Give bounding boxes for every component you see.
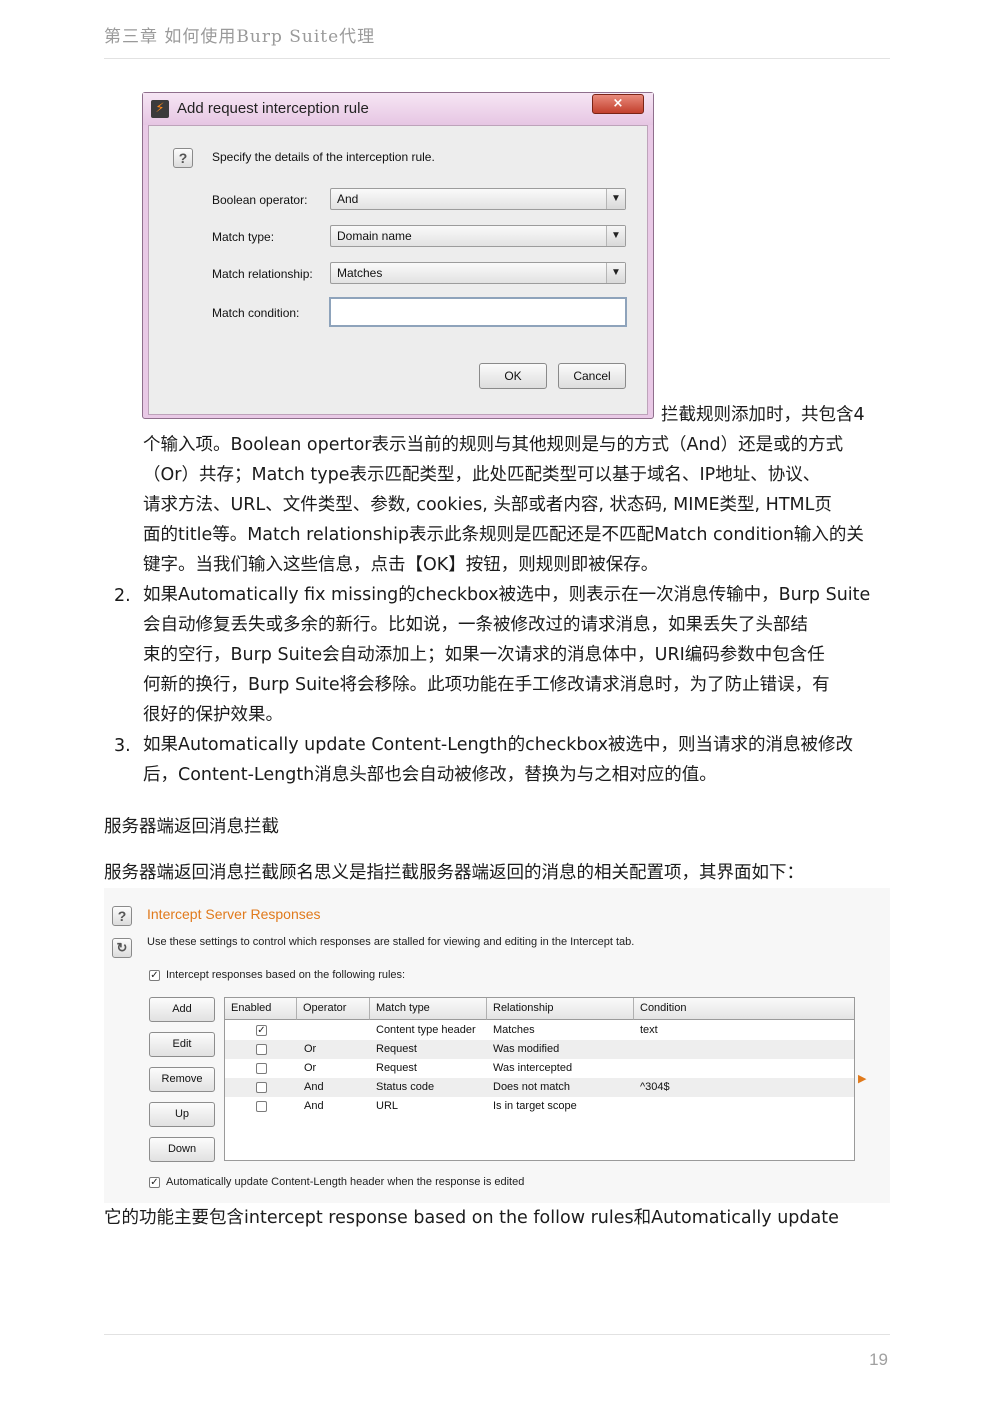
row-condition: text xyxy=(640,1024,658,1036)
add-button[interactable]: Add xyxy=(149,997,215,1022)
section-intro: 服务器端返回消息拦截顾名思义是指拦截服务器端返回的消息的相关配置项，其界面如下： xyxy=(104,863,804,883)
panel-title: Intercept Server Responses xyxy=(147,906,321,922)
update-content-length-label: Automatically update Content-Length head… xyxy=(166,1176,525,1188)
dialog-prompt: Specify the details of the interception … xyxy=(212,150,435,164)
row-enabled-checkbox[interactable] xyxy=(256,1063,267,1074)
row-match-type: Status code xyxy=(376,1081,435,1093)
row-enabled-checkbox[interactable] xyxy=(256,1044,267,1055)
col-relationship[interactable]: Relationship xyxy=(487,998,634,1020)
closing-line: 它的功能主要包含intercept response based on the … xyxy=(104,1208,839,1228)
para1-line2: 个输入项。Boolean opertor表示当前的规则与其他规则是与的方式（An… xyxy=(143,435,844,455)
row-relationship: Was intercepted xyxy=(493,1062,573,1074)
chapter-header: 第三章 如何使用Burp Suite代理 xyxy=(104,27,376,47)
intercept-rules-label: Intercept responses based on the followi… xyxy=(166,969,406,981)
chevron-down-icon: ▼ xyxy=(606,226,625,246)
ok-button[interactable]: OK xyxy=(479,363,547,389)
row-match-type: Content type header xyxy=(376,1024,476,1036)
dialog-title: Add request interception rule xyxy=(177,100,369,117)
item2-line3: 束的空行，Burp Suite会自动添加上；如果一次请求的消息体中，URI编码参… xyxy=(143,645,825,665)
match-relationship-label: Match relationship: xyxy=(212,267,313,281)
close-button[interactable]: × xyxy=(592,94,644,114)
row-operator: Or xyxy=(304,1043,317,1055)
item3-line2: 后，Content-Length消息头部也会自动被修改，替换为与之相对应的值。 xyxy=(143,765,717,785)
col-condition[interactable]: Condition xyxy=(634,998,854,1020)
row-enabled-checkbox[interactable]: ✓ xyxy=(256,1025,267,1036)
table-row[interactable]: And Status code Does not match ^304$ xyxy=(225,1078,854,1097)
cancel-button[interactable]: Cancel xyxy=(558,363,626,389)
para1-line6: 键字。当我们输入这些信息，点击【OK】按钮，则规则即被保存。 xyxy=(143,555,659,575)
refresh-icon[interactable]: ↻ xyxy=(112,938,132,958)
item2-line4: 何新的换行，Burp Suite将会移除。此项功能在手工修改请求消息时，为了防止… xyxy=(143,675,830,695)
match-type-select[interactable]: Domain name ▼ xyxy=(330,225,626,247)
row-relationship: Was modified xyxy=(493,1043,560,1055)
col-match-type[interactable]: Match type xyxy=(370,998,487,1020)
para1-line4: 请求方法、URL、文件类型、参数, cookies, 头部或者内容, 状态码, … xyxy=(143,495,832,515)
match-relationship-value: Matches xyxy=(337,266,383,280)
row-match-type: URL xyxy=(376,1100,399,1112)
para1-line5: 面的title等。Match relationship表示此条规则是匹配还是不匹… xyxy=(143,525,864,545)
down-button[interactable]: Down xyxy=(149,1137,215,1162)
row-relationship: Matches xyxy=(493,1024,535,1036)
footer-divider xyxy=(104,1334,890,1335)
para1-line3: （Or）共存；Match type表示匹配类型，此处匹配类型可以基于域名、IP地… xyxy=(143,465,821,485)
expand-arrow-icon[interactable]: ▶ xyxy=(858,1072,866,1085)
update-content-length-checkbox[interactable]: ✓ xyxy=(149,1177,160,1188)
header-divider xyxy=(104,58,890,59)
remove-button[interactable]: Remove xyxy=(149,1067,215,1092)
row-operator: And xyxy=(304,1100,324,1112)
table-row[interactable]: Or Request Was intercepted xyxy=(225,1059,854,1078)
rules-table: Enabled Operator Match type Relationship… xyxy=(224,997,855,1161)
boolean-operator-label: Boolean operator: xyxy=(212,193,308,207)
table-row[interactable]: Or Request Was modified xyxy=(225,1040,854,1059)
row-operator: Or xyxy=(304,1062,317,1074)
row-enabled-checkbox[interactable] xyxy=(256,1082,267,1093)
panel-description: Use these settings to control which resp… xyxy=(147,936,635,948)
item2-line2: 会自动修复丢失或多余的新行。比如说，一条被修改过的请求消息，如果丢失了头部结 xyxy=(143,615,808,635)
match-condition-label: Match condition: xyxy=(212,306,300,320)
chevron-down-icon: ▼ xyxy=(606,263,625,283)
interception-rule-dialog: ⚡ Add request interception rule × ? Spec… xyxy=(142,92,654,419)
match-relationship-select[interactable]: Matches ▼ xyxy=(330,262,626,284)
section-heading: 服务器端返回消息拦截 xyxy=(104,817,279,837)
boolean-operator-select[interactable]: And ▼ xyxy=(330,188,626,210)
item3-line1: 如果Automatically update Content-Length的ch… xyxy=(143,735,853,755)
match-type-value: Domain name xyxy=(337,229,412,243)
col-operator[interactable]: Operator xyxy=(297,998,370,1020)
item2-line1: 如果Automatically fix missing的checkbox被选中，… xyxy=(143,585,871,605)
dialog-body: ? Specify the details of the interceptio… xyxy=(148,125,648,415)
boolean-operator-value: And xyxy=(337,192,359,206)
item3-number: 3. xyxy=(114,736,131,756)
help-icon: ? xyxy=(173,148,193,168)
row-match-type: Request xyxy=(376,1043,417,1055)
burp-logo-icon: ⚡ xyxy=(151,100,169,118)
table-row[interactable]: ✓ Content type header Matches text xyxy=(225,1021,854,1040)
match-condition-input[interactable] xyxy=(329,297,627,327)
page-number: 19 xyxy=(869,1350,888,1369)
table-row[interactable]: And URL Is in target scope xyxy=(225,1097,854,1116)
intercept-rules-checkbox[interactable]: ✓ xyxy=(149,970,160,981)
row-relationship: Does not match xyxy=(493,1081,571,1093)
row-match-type: Request xyxy=(376,1062,417,1074)
match-type-label: Match type: xyxy=(212,230,275,244)
dialog-titlebar: ⚡ Add request interception rule × xyxy=(143,93,653,125)
row-enabled-checkbox[interactable] xyxy=(256,1101,267,1112)
edit-button[interactable]: Edit xyxy=(149,1032,215,1057)
item2-line5: 很好的保护效果。 xyxy=(143,705,283,725)
row-relationship: Is in target scope xyxy=(493,1100,577,1112)
col-enabled[interactable]: Enabled xyxy=(225,998,297,1020)
chevron-down-icon: ▼ xyxy=(606,189,625,209)
up-button[interactable]: Up xyxy=(149,1102,215,1127)
para1-line1: 拦截规则添加时，共包含4 xyxy=(661,405,865,425)
row-condition: ^304$ xyxy=(640,1081,670,1093)
item2-number: 2. xyxy=(114,586,131,606)
help-icon[interactable]: ? xyxy=(112,906,132,926)
row-operator: And xyxy=(304,1081,324,1093)
